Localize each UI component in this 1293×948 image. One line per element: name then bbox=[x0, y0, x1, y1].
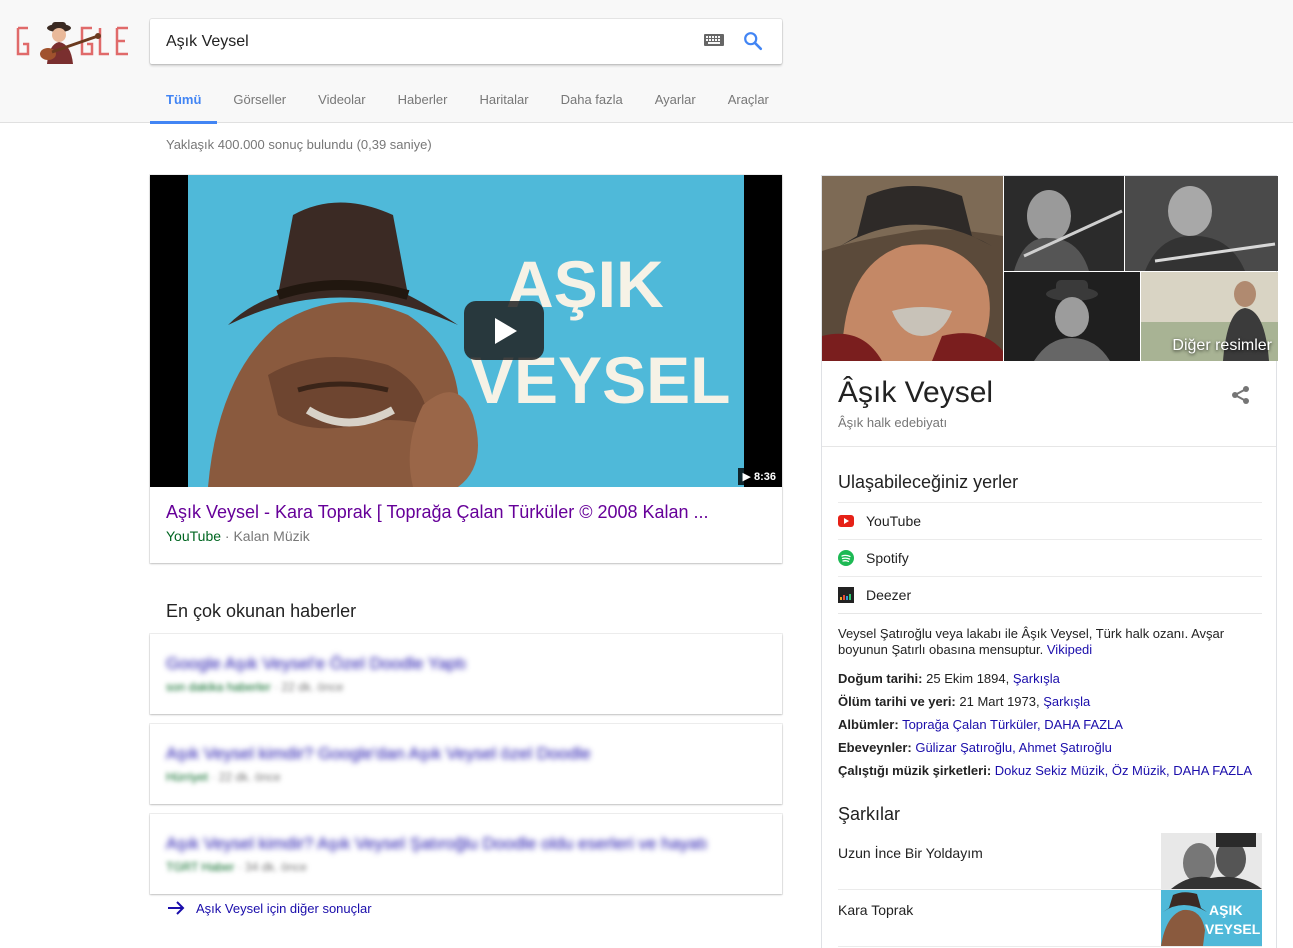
fact-labels: Çalıştığı müzik şirketleri: Dokuz Sekiz … bbox=[838, 763, 1252, 778]
news-meta: Hürriyet · 22 dk. önce bbox=[166, 770, 281, 784]
song-title: Kara Toprak bbox=[838, 902, 914, 918]
song-item[interactable]: Uzun İnce Bir Yoldayım bbox=[838, 833, 1262, 890]
video-result-card: AŞIK VEYSEL ▶ 8:36 Aşık Veysel - Kara To… bbox=[150, 175, 782, 563]
kp-title: Âşık Veysel bbox=[838, 376, 994, 409]
record-labels-link[interactable]: Dokuz Sekiz Müzik, Öz Müzik, bbox=[995, 763, 1170, 778]
news-item[interactable]: Google Aşık Veysel'e Özel Doodle Yaptı s… bbox=[150, 634, 782, 714]
songs-heading: Şarkılar bbox=[838, 804, 901, 824]
album-link[interactable]: Toprağa Çalan Türküler, bbox=[902, 717, 1041, 732]
header: Tümü Görseller Videolar Haberler Harital… bbox=[0, 0, 1293, 124]
labels-more-link[interactable]: DAHA FAZLA bbox=[1173, 763, 1252, 778]
news-meta: TGRT Haber · 34 dk. önce bbox=[166, 860, 307, 874]
tab-tools[interactable]: Araçlar bbox=[712, 84, 785, 123]
search-icon[interactable] bbox=[742, 30, 764, 52]
google-doodle-logo[interactable] bbox=[14, 18, 134, 66]
share-icon[interactable] bbox=[1231, 385, 1251, 405]
kp-image-4[interactable] bbox=[1004, 272, 1140, 361]
profiles-heading: Ulaşabileceğiniz yerler bbox=[838, 472, 1019, 492]
news-title[interactable]: Aşık Veysel kimdir? Google'dan Aşık Veys… bbox=[166, 744, 591, 764]
youtube-icon bbox=[838, 515, 854, 527]
profile-youtube[interactable]: YouTube bbox=[838, 502, 1262, 539]
tab-more[interactable]: Daha fazla bbox=[545, 84, 639, 123]
song-thumb-text-2: VEYSEL bbox=[1205, 921, 1261, 937]
keyboard-icon[interactable] bbox=[704, 34, 724, 46]
news-heading: En çok okunan haberler bbox=[166, 601, 357, 621]
news-item[interactable]: Aşık Veysel kimdir? Google'dan Aşık Veys… bbox=[150, 724, 782, 804]
video-source: YouTube · Kalan Müzik bbox=[166, 528, 310, 544]
tab-images[interactable]: Görseller bbox=[217, 84, 302, 123]
tab-all[interactable]: Tümü bbox=[150, 84, 218, 124]
news-title[interactable]: Google Aşık Veysel'e Özel Doodle Yaptı bbox=[166, 654, 466, 674]
kp-divider bbox=[838, 613, 1262, 614]
song-thumbnail bbox=[1161, 833, 1262, 889]
fact-birth: Doğum tarihi: 25 Ekim 1894, Şarkışla bbox=[838, 671, 1060, 686]
news-meta: son dakika haberler · 22 dk. önce bbox=[166, 680, 344, 694]
parents-link[interactable]: Gülizar Şatıroğlu, Ahmet Şatıroğlu bbox=[915, 740, 1112, 755]
song-thumb-text-1: AŞIK bbox=[1209, 902, 1242, 918]
kp-description: Veysel Şatıroğlu veya lakabı ile Âşık Ve… bbox=[838, 626, 1225, 657]
albums-more-link[interactable]: DAHA FAZLA bbox=[1044, 717, 1123, 732]
wikipedia-link[interactable]: Vikipedi bbox=[1047, 642, 1092, 657]
video-thumbnail[interactable]: AŞIK VEYSEL ▶ 8:36 bbox=[150, 175, 782, 487]
arrow-right-icon bbox=[168, 901, 185, 915]
fact-albums: Albümler: Toprağa Çalan Türküler, DAHA F… bbox=[838, 717, 1123, 732]
play-button[interactable] bbox=[464, 301, 544, 360]
search-tabs: Tümü Görseller Videolar Haberler Harital… bbox=[150, 84, 785, 124]
tab-settings[interactable]: Ayarlar bbox=[639, 84, 712, 123]
kp-image-5[interactable]: Diğer resimler bbox=[1141, 272, 1278, 361]
more-images-link[interactable]: Diğer resimler bbox=[1172, 337, 1272, 355]
profile-deezer[interactable]: Deezer bbox=[838, 576, 1262, 613]
fact-parents: Ebeveynler: Gülizar Şatıroğlu, Ahmet Şat… bbox=[838, 740, 1112, 755]
kp-subtitle: Âşık halk edebiyatı bbox=[838, 415, 948, 430]
tab-maps[interactable]: Haritalar bbox=[463, 84, 544, 123]
song-item[interactable]: Kara Toprak AŞIK VEYSEL bbox=[838, 890, 1262, 947]
search-input[interactable] bbox=[166, 19, 686, 64]
profile-spotify[interactable]: Spotify bbox=[838, 539, 1262, 576]
song-title: Uzun İnce Bir Yoldayım bbox=[838, 845, 983, 861]
kp-image-3[interactable] bbox=[1125, 176, 1278, 271]
birth-place-link[interactable]: Şarkışla bbox=[1013, 671, 1060, 686]
more-results-link[interactable]: Aşık Veysel için diğer sonuçlar bbox=[166, 900, 372, 916]
news-title[interactable]: Aşık Veysel kimdir? Aşık Veysel Şatıroğl… bbox=[166, 834, 707, 854]
video-title-link[interactable]: Aşık Veysel - Kara Toprak [ Toprağa Çala… bbox=[166, 502, 709, 523]
kp-image-2[interactable] bbox=[1004, 176, 1124, 271]
search-box[interactable] bbox=[150, 19, 782, 64]
video-source-site: YouTube bbox=[166, 528, 222, 544]
deezer-icon bbox=[838, 587, 854, 603]
death-place-link[interactable]: Şarkışla bbox=[1043, 694, 1090, 709]
video-duration: ▶ 8:36 bbox=[738, 468, 780, 485]
kp-divider bbox=[822, 446, 1276, 447]
spotify-icon bbox=[838, 550, 854, 566]
tab-videos[interactable]: Videolar bbox=[302, 84, 381, 123]
tab-news[interactable]: Haberler bbox=[382, 84, 464, 123]
fact-death: Ölüm tarihi ve yeri: 21 Mart 1973, Şarkı… bbox=[838, 694, 1091, 709]
knowledge-panel: Diğer resimler Âşık Veysel Âşık halk ede… bbox=[821, 175, 1278, 948]
song-thumbnail: AŞIK VEYSEL bbox=[1161, 890, 1262, 946]
result-stats: Yaklaşık 400.000 sonuç bulundu (0,39 san… bbox=[166, 137, 432, 152]
kp-main-image[interactable] bbox=[822, 176, 1003, 361]
news-item[interactable]: Aşık Veysel kimdir? Aşık Veysel Şatıroğl… bbox=[150, 814, 782, 894]
video-source-channel: · Kalan Müzik bbox=[224, 528, 310, 544]
